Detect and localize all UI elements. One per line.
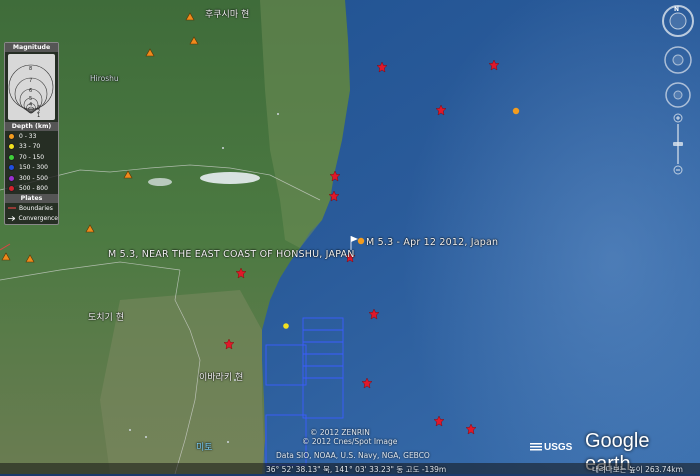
depth-color-dot [8, 153, 15, 161]
quake-marker-intermediate[interactable] [283, 323, 289, 329]
depth-row: 33 - 70 [5, 142, 58, 153]
legend-panel: Magnitude 8 7 6 5 4 3 2 1 Depth (km) 0 -… [4, 42, 59, 225]
move-joystick-icon[interactable] [665, 82, 691, 108]
boundary-line-icon [8, 207, 16, 209]
quake-marker-shallow[interactable] [512, 107, 520, 115]
depth-row: 150 - 300 [5, 163, 58, 174]
depth-color-dot [8, 132, 15, 140]
usgs-logo: USGS [530, 442, 572, 453]
plates-convergence-row: Convergence [5, 214, 58, 225]
credit-data: Data SIO, NOAA, U.S. Navy, NGA, GEBCO [276, 451, 430, 460]
magnitude-scale: 8 7 6 5 4 3 2 1 [8, 54, 55, 120]
depth-color-dot [8, 185, 15, 193]
place-label-tochigi: 도치기 현 [88, 313, 124, 323]
zoom-in-icon[interactable] [673, 113, 683, 123]
depth-row: 70 - 150 [5, 152, 58, 163]
mag-label: 7 [29, 78, 33, 84]
depth-color-dot [8, 174, 15, 182]
depth-row: 0 - 33 [5, 131, 58, 142]
depth-row: 300 - 500 [5, 173, 58, 184]
legend-plates-title: Plates [5, 194, 58, 203]
mag-label: 8 [29, 66, 33, 72]
cloud [200, 172, 260, 184]
compass-north-label: N [674, 6, 680, 13]
depth-row: 500 - 800 [5, 184, 58, 195]
usgs-wave-icon [530, 443, 542, 451]
place-label-mito: 미토 [196, 443, 213, 453]
place-label-ibaraki: 이바라키 현 [199, 373, 244, 383]
mag-label: 1 [37, 113, 41, 119]
look-joystick-icon[interactable] [664, 46, 692, 74]
status-coordinates: 36° 52' 38.13" 북, 141° 03' 33.23" 동 고도 -… [266, 465, 447, 474]
place-label-fukushima: 후쿠시마 현 [205, 10, 250, 20]
status-bar: 36° 52' 38.13" 북, 141° 03' 33.23" 동 고도 -… [0, 463, 700, 474]
event-label-primary[interactable]: M 5.3 - Apr 12 2012, Japan [366, 237, 498, 248]
mag-label: 4 [29, 102, 33, 108]
zoom-slider-handle[interactable] [673, 142, 683, 146]
credit-zenrin: © 2012 ZENRIN [310, 428, 370, 437]
map-canvas[interactable] [0, 0, 700, 474]
quake-marker-shallow[interactable] [357, 237, 365, 245]
convergence-arrow-icon [8, 216, 16, 222]
event-label-secondary[interactable]: M 5.3, NEAR THE EAST COAST OF HONSHU, JA… [108, 249, 355, 260]
zoom-out-icon[interactable] [673, 165, 683, 175]
plates-boundaries-row: Boundaries [5, 203, 58, 214]
depth-color-dot [8, 164, 15, 172]
place-label-hiroshu: Hiroshu [90, 74, 119, 83]
status-eye-altitude: 내려다보는 높이 263.74km [592, 465, 683, 474]
legend-magnitude-title: Magnitude [5, 43, 58, 52]
mag-label: 6 [29, 88, 33, 94]
depth-color-dot [8, 143, 15, 151]
cloud [148, 178, 172, 186]
navigation-controls[interactable]: N [660, 2, 696, 182]
credit-cnes: © 2012 Cnes/Spot Image [302, 437, 398, 446]
legend-depth-title: Depth (km) [5, 122, 58, 131]
